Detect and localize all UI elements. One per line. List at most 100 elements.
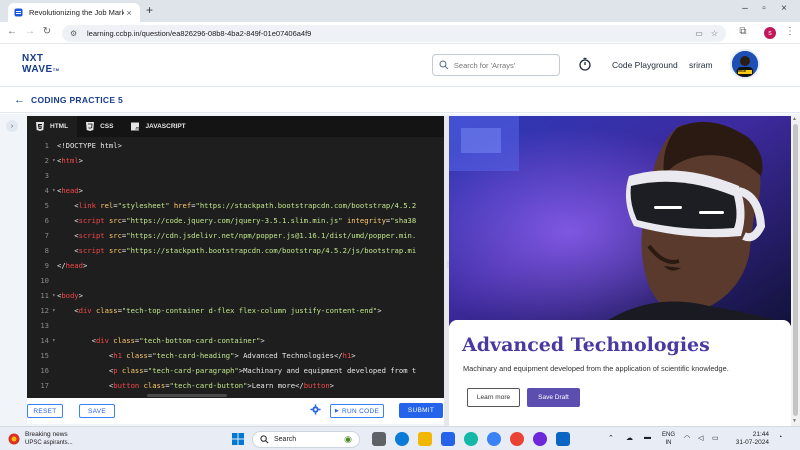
page-title: CODING PRACTICE 5 xyxy=(31,95,123,105)
search-box[interactable] xyxy=(432,54,560,76)
code-line[interactable]: 14 ▾ <div class="tech-bottom-card-contain… xyxy=(27,333,444,348)
address-bar[interactable]: ⚙ learning.ccbp.in/question/ea826296-08b… xyxy=(62,25,726,42)
user-avatar[interactable]: SRIRAM xyxy=(730,49,760,79)
username-label[interactable]: sriram xyxy=(689,60,713,70)
profile-avatar[interactable]: s xyxy=(764,27,776,39)
scroll-down-icon[interactable]: ▼ xyxy=(792,418,797,424)
tech-card-paragraph: Machinary and equipment developed from t… xyxy=(463,364,729,373)
media-player-icon[interactable] xyxy=(533,432,547,446)
code-line[interactable]: 11 ▾ <body> xyxy=(27,288,444,303)
app-icon-teal[interactable] xyxy=(464,432,478,446)
back-arrow-icon[interactable]: ← xyxy=(14,94,25,106)
code-area[interactable]: 1 <!DOCTYPE html> 2 ▾ <html> 3 4 ▾ <head> 5 <link… xyxy=(27,138,444,398)
browser-menu-icon[interactable]: ⋮ xyxy=(783,26,797,37)
minimize-icon[interactable]: – xyxy=(738,3,752,14)
line-number: 16 xyxy=(40,366,49,375)
window-close-icon[interactable]: × xyxy=(777,3,791,14)
timer-icon[interactable] xyxy=(578,57,592,71)
browser-tab[interactable]: Revolutionizing the Job Market × xyxy=(8,3,140,22)
code-line[interactable]: 15 <h1 class="tech-card-heading"> Advanc… xyxy=(27,348,444,363)
tab-javascript[interactable]: JS JAVASCRIPT xyxy=(122,116,194,137)
tab-css[interactable]: CSS xyxy=(77,116,122,137)
learn-more-button[interactable]: Learn more xyxy=(467,388,520,407)
html5-icon xyxy=(36,122,44,131)
save-draft-button[interactable]: Save Draft xyxy=(527,388,580,407)
code-line[interactable]: 9 </head> xyxy=(27,258,444,273)
site-info-icon[interactable]: ⚙ xyxy=(70,29,79,38)
code-line[interactable]: 10 xyxy=(27,273,444,288)
sidebar-expand-icon[interactable]: › xyxy=(6,120,18,132)
code-line[interactable]: 2 ▾ <html> xyxy=(27,153,444,168)
bookmark-star-icon[interactable]: ☆ xyxy=(711,29,718,38)
tab-html[interactable]: HTML xyxy=(27,116,78,137)
notification-bell-icon[interactable]: ◔ xyxy=(778,434,782,441)
code-token: >Learn more</ xyxy=(247,381,304,390)
app-icon-blue[interactable] xyxy=(487,432,501,446)
code-line[interactable]: 5 <link rel="stylesheet" href="https://s… xyxy=(27,198,444,213)
volume-icon[interactable]: ◁ xyxy=(698,434,703,442)
cast-icon[interactable]: ▭ xyxy=(695,29,703,38)
preview-scrollbar[interactable]: ▲ ▼ xyxy=(791,116,800,426)
code-line[interactable]: 4 ▾ <head> xyxy=(27,183,444,198)
fold-arrow-icon[interactable]: ▾ xyxy=(52,153,56,168)
cloud-icon[interactable]: ☁ xyxy=(626,434,633,442)
code-line[interactable]: 3 xyxy=(27,168,444,183)
editor-tabs: HTML CSS JS JAVASCRIPT xyxy=(27,116,444,137)
scroll-up-icon[interactable]: ▲ xyxy=(792,116,797,122)
code-line[interactable]: 7 <script src="https://cdn.jsdelivr.net/… xyxy=(27,228,444,243)
editor-horizontal-scrollbar[interactable] xyxy=(147,394,227,397)
battery-icon[interactable]: ▭ xyxy=(712,434,719,442)
edge-browser-icon[interactable] xyxy=(395,432,409,446)
code-token: </ xyxy=(57,261,66,270)
language-indicator[interactable]: ENG IN xyxy=(662,431,675,447)
settings-gear-icon[interactable] xyxy=(310,404,321,415)
task-view-icon[interactable] xyxy=(372,432,386,446)
page-title-bar: ← CODING PRACTICE 5 xyxy=(0,87,800,113)
code-token: > xyxy=(351,351,356,360)
windows-start-icon[interactable] xyxy=(232,433,244,445)
scrollbar-thumb[interactable] xyxy=(793,124,798,416)
maximize-icon[interactable]: ▫ xyxy=(757,3,771,14)
fold-arrow-icon[interactable]: ▾ xyxy=(52,183,56,198)
fold-arrow-icon[interactable]: ▾ xyxy=(52,288,56,303)
run-code-button[interactable]: ▶ RUN CODE xyxy=(330,404,384,418)
save-button[interactable]: SAVE xyxy=(79,404,115,418)
store-icon[interactable] xyxy=(441,432,455,446)
fold-arrow-icon[interactable]: ▾ xyxy=(52,333,56,348)
news-widget[interactable]: Breaking news UPSC aspirants... xyxy=(8,431,73,447)
fold-arrow-icon[interactable]: ▾ xyxy=(52,303,56,318)
taskbar-search[interactable]: Search ◉ xyxy=(252,431,360,448)
reset-button[interactable]: RESET xyxy=(27,404,63,418)
reload-icon[interactable]: ↻ xyxy=(40,26,54,37)
tray-overflow-icon[interactable]: ⌃ xyxy=(608,434,614,442)
search-input[interactable] xyxy=(453,60,553,70)
code-line[interactable]: 6 <script src="https://code.jquery.com/j… xyxy=(27,213,444,228)
extensions-icon[interactable]: ⧉ xyxy=(736,26,750,37)
forward-icon[interactable]: → xyxy=(23,26,37,37)
code-editor[interactable]: HTML CSS JS JAVASCRIPT 1 <!DOCTYPE html> 2… xyxy=(27,116,444,398)
logo-line2: WAVE xyxy=(22,64,53,75)
code-line[interactable]: 17 <button class="tech-card-button">Lear… xyxy=(27,378,444,393)
code-line[interactable]: 8 <script src="https://stackpath.bootstr… xyxy=(27,243,444,258)
code-token: > xyxy=(78,156,83,165)
wifi-icon[interactable]: ◠ xyxy=(684,434,690,442)
code-line[interactable]: 13 xyxy=(27,318,444,333)
tab-close-icon[interactable]: × xyxy=(124,8,134,18)
code-playground-link[interactable]: Code Playground xyxy=(612,60,678,70)
back-icon[interactable]: ← xyxy=(5,26,19,37)
nxtwave-logo[interactable]: NXT WAVETM xyxy=(22,53,66,77)
code-line[interactable]: 1 <!DOCTYPE html> xyxy=(27,138,444,153)
system-clock[interactable]: 21:44 31-07-2024 xyxy=(733,431,769,447)
new-tab-icon[interactable]: + xyxy=(146,3,153,17)
code-token: < xyxy=(57,366,114,375)
linkedin-icon[interactable] xyxy=(556,432,570,446)
code-line[interactable]: 16 <p class="tech-card-paragraph">Machin… xyxy=(27,363,444,378)
chrome-icon[interactable] xyxy=(510,432,524,446)
tab-html-label: HTML xyxy=(50,123,69,130)
onedrive-icon[interactable]: ▬ xyxy=(644,434,651,441)
language-code: ENG xyxy=(662,432,676,438)
code-line[interactable]: 12 ▾ <div class="tech-top-container d-fle… xyxy=(27,303,444,318)
file-explorer-icon[interactable] xyxy=(418,432,432,446)
code-token: < xyxy=(57,381,114,390)
submit-button[interactable]: SUBMIT xyxy=(399,403,443,418)
